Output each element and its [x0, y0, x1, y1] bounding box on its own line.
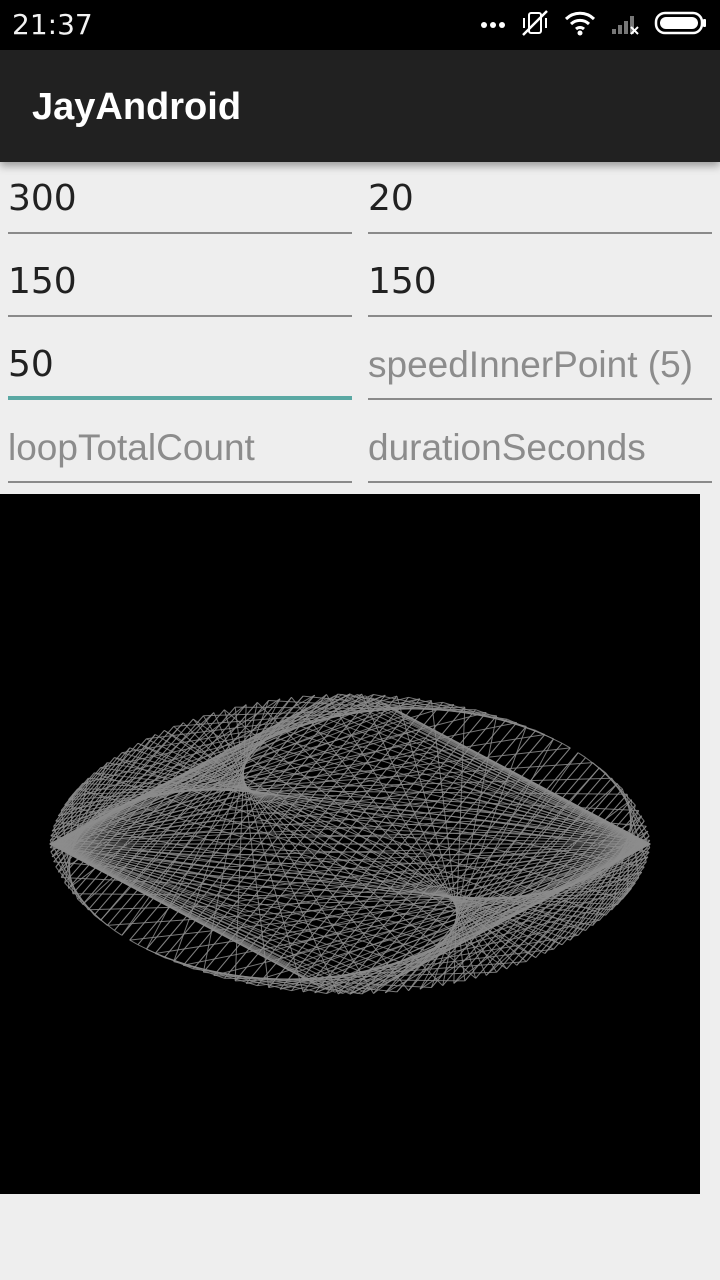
- vibrate-off-icon: [520, 8, 550, 43]
- input-field-2-value: 20: [368, 178, 414, 219]
- input-field-1-value: 300: [8, 178, 77, 219]
- status-time: 21:37: [12, 8, 93, 41]
- status-bar: 21:37: [0, 0, 720, 50]
- duration-seconds-placeholder: durationSeconds: [368, 427, 646, 468]
- input-field-3-value: 150: [8, 261, 77, 302]
- speed-inner-point-field[interactable]: speedInnerPoint (5): [368, 328, 712, 411]
- input-underline: [8, 315, 352, 317]
- speed-inner-point-placeholder: speedInnerPoint (5): [368, 344, 693, 385]
- string-art-pattern: [49, 693, 651, 995]
- pattern-line: [577, 752, 586, 759]
- input-underline: [368, 232, 712, 234]
- drawing-canvas[interactable]: [0, 494, 700, 1194]
- battery-icon: [654, 11, 708, 40]
- pattern-line: [114, 929, 123, 936]
- input-field-2[interactable]: 20: [368, 162, 712, 245]
- input-field-4[interactable]: 150: [368, 245, 712, 328]
- input-underline: [368, 398, 712, 400]
- input-underline: [8, 232, 352, 234]
- input-field-4-value: 150: [368, 261, 437, 302]
- pattern-line: [561, 742, 571, 749]
- input-underline: [368, 481, 712, 483]
- pattern-line: [129, 939, 139, 946]
- input-field-1[interactable]: 300: [8, 162, 352, 245]
- wifi-icon: [564, 10, 596, 41]
- duration-seconds-field[interactable]: durationSeconds: [368, 411, 712, 494]
- input-underline: [368, 315, 712, 317]
- input-underline: [8, 481, 352, 483]
- input-field-5-value: 50: [8, 344, 54, 385]
- status-icons: [480, 8, 708, 43]
- more-dots-icon: [480, 16, 506, 34]
- loop-total-count-field[interactable]: loopTotalCount: [8, 411, 352, 494]
- loop-total-count-placeholder: loopTotalCount: [8, 427, 255, 468]
- cell-signal-icon: [610, 11, 640, 40]
- pattern-line: [49, 693, 351, 845]
- input-field-5[interactable]: 50: [8, 328, 352, 411]
- input-field-3[interactable]: 150: [8, 245, 352, 328]
- app-bar: JayAndroid: [0, 50, 720, 162]
- app-title: JayAndroid: [32, 86, 242, 128]
- input-underline-focused: [8, 396, 352, 400]
